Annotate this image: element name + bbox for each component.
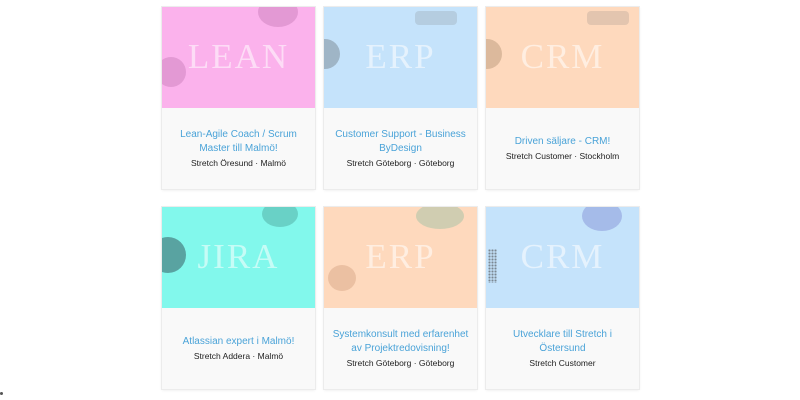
job-company-location: Stretch Öresund · Malmö [191,158,286,168]
job-title-link[interactable]: Driven säljare - CRM! [515,135,611,149]
job-card-info: Customer Support - Business ByDesign Str… [324,108,477,189]
image-word: CRM [520,237,605,276]
job-card-systemkonsult[interactable]: ERP Systemkonsult med erfarenhet av Proj… [324,207,477,389]
job-card-grid: LEAN Lean-Agile Coach / Scrum Master til… [162,7,639,389]
job-card-image: ERP [324,207,477,308]
job-card-info: Driven säljare - CRM! Stretch Customer ·… [486,108,639,189]
page-corner-marker [0,392,3,395]
job-title-link[interactable]: Systemkonsult med erfarenhet av Projektr… [330,328,471,356]
image-word: JIRA [197,237,280,276]
image-word: CRM [520,37,605,76]
job-card-utvecklare[interactable]: CRM Utvecklare till Stretch i Östersund … [486,207,639,389]
job-card-driven-saljare[interactable]: CRM Driven säljare - CRM! Stretch Custom… [486,7,639,189]
job-card-image: JIRA [162,207,315,308]
job-card-customer-support[interactable]: ERP Customer Support - Business ByDesign… [324,7,477,189]
job-title-link[interactable]: Atlassian expert i Malmö! [183,335,295,349]
job-company-location: Stretch Göteborg · Göteborg [346,158,455,168]
job-card-image: LEAN [162,7,315,108]
image-word: LEAN [187,37,290,76]
job-card-image: CRM [486,207,639,308]
job-card-lean-agile-coach[interactable]: LEAN Lean-Agile Coach / Scrum Master til… [162,7,315,189]
image-word: ERP [365,37,436,76]
job-company-location: Stretch Göteborg · Göteborg [346,358,455,368]
image-word: ERP [365,237,436,276]
job-card-image: ERP [324,7,477,108]
job-card-atlassian-expert[interactable]: JIRA Atlassian expert i Malmö! Stretch A… [162,207,315,389]
job-card-image: CRM [486,7,639,108]
job-title-link[interactable]: Utvecklare till Stretch i Östersund [492,328,633,356]
job-title-link[interactable]: Customer Support - Business ByDesign [330,128,471,156]
job-card-info: Lean-Agile Coach / Scrum Master till Mal… [162,108,315,189]
job-card-info: Utvecklare till Stretch i Östersund Stre… [486,308,639,389]
job-company-location: Stretch Addera · Malmö [193,351,284,361]
job-card-info: Systemkonsult med erfarenhet av Projektr… [324,308,477,389]
job-company-location: Stretch Customer · Stockholm [505,151,620,161]
job-card-info: Atlassian expert i Malmö! Stretch Addera… [162,308,315,389]
job-listings-page: LEAN Lean-Agile Coach / Scrum Master til… [0,0,800,400]
job-title-link[interactable]: Lean-Agile Coach / Scrum Master till Mal… [168,128,309,156]
job-company-location: Stretch Customer [529,358,596,368]
